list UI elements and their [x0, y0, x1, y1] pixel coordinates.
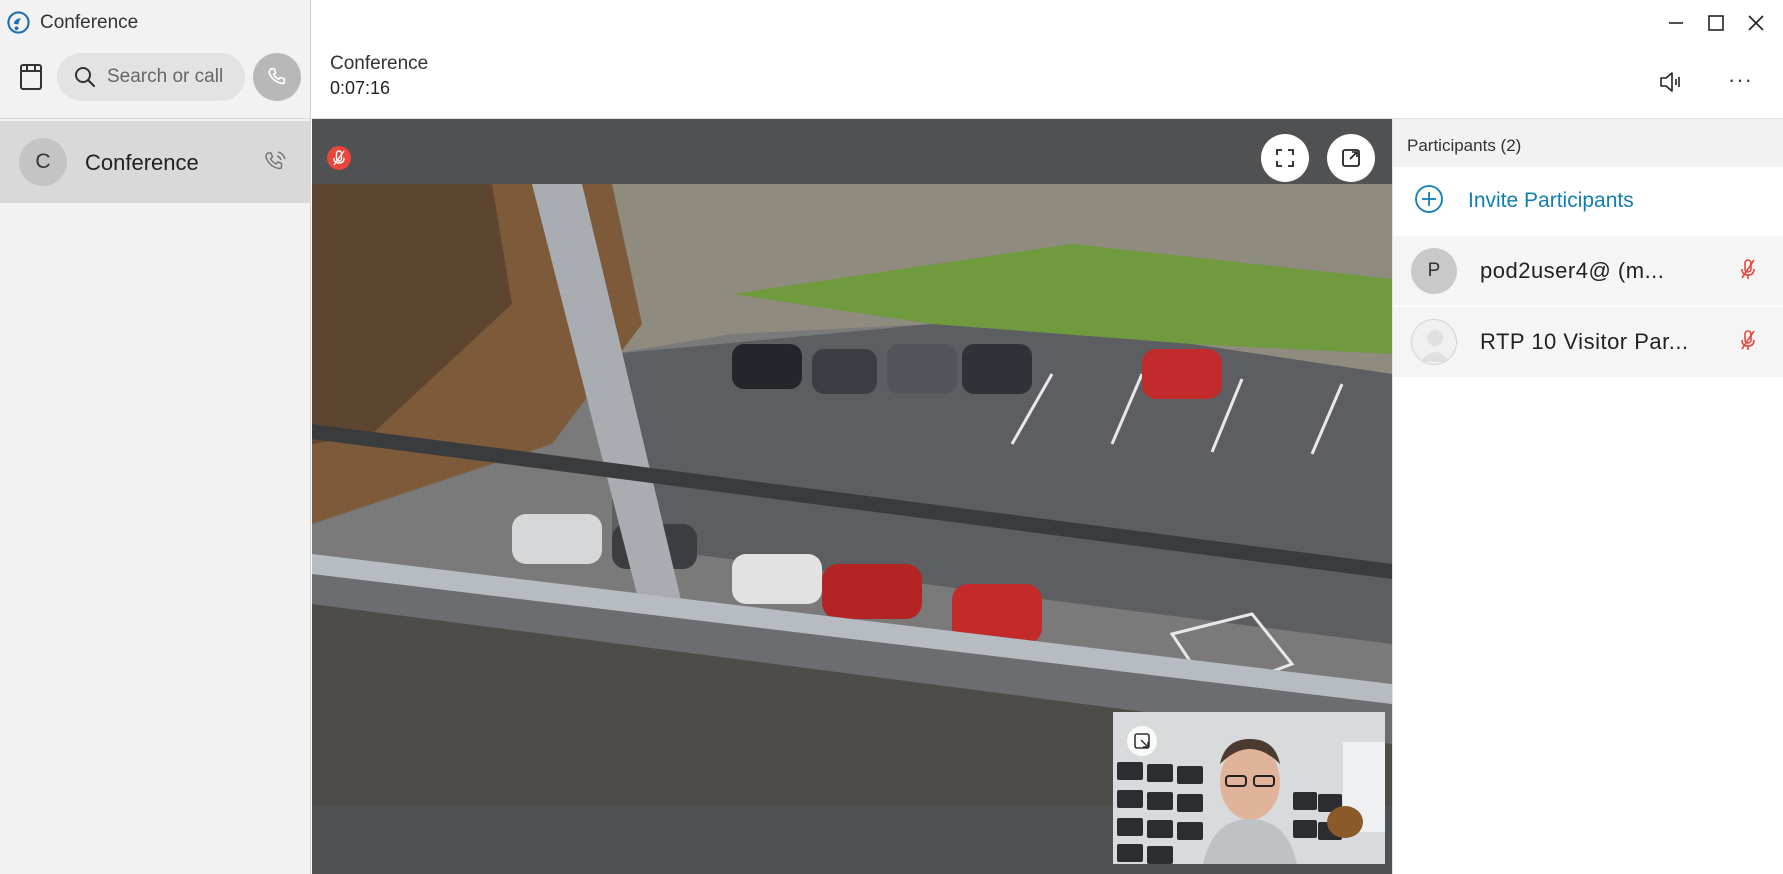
participant-name: RTP 10 Visitor Par...	[1480, 329, 1689, 354]
app-logo-icon	[7, 11, 30, 34]
fullscreen-icon	[1276, 149, 1294, 167]
video-stage	[312, 119, 1392, 874]
popout-button[interactable]	[1327, 134, 1375, 182]
title-bar: Conference	[0, 0, 311, 42]
call-title: Conference	[330, 53, 429, 74]
phone-icon	[268, 67, 286, 85]
app-title: Conference	[40, 12, 139, 33]
popout-icon	[1342, 149, 1360, 167]
active-call-icon	[265, 151, 286, 170]
participants-panel: Participants (2) Invite Participants P p…	[1392, 119, 1783, 874]
call-button[interactable]	[253, 53, 301, 101]
close-icon[interactable]	[1745, 12, 1767, 34]
app-window: Conference Search or call C Conference C…	[0, 0, 1783, 874]
conversation-name: Conference	[85, 150, 199, 175]
participant-name: pod2user4@ (m...	[1480, 258, 1665, 283]
swap-view-button[interactable]	[1127, 726, 1157, 756]
sidebar-toolbar	[0, 48, 311, 118]
self-view-video	[1113, 712, 1385, 864]
conversation-item[interactable]: C Conference	[0, 121, 311, 203]
participant-row[interactable]: RTP 10 Visitor Par...	[1393, 307, 1783, 377]
sidebar: Conference Search or call C Conference	[0, 0, 311, 874]
mic-muted-icon	[1741, 259, 1755, 279]
maximize-icon[interactable]	[1705, 12, 1727, 34]
invite-participants-button[interactable]: Invite Participants	[1393, 167, 1783, 232]
avatar: C	[19, 138, 67, 186]
contacts-icon[interactable]	[18, 62, 44, 92]
invite-participants-label: Invite Participants	[1468, 189, 1634, 212]
avatar	[1411, 319, 1457, 365]
participant-row[interactable]: P pod2user4@ (m...	[1393, 236, 1783, 306]
swap-view-icon	[1134, 733, 1150, 749]
minimize-icon[interactable]	[1665, 12, 1687, 34]
speaker-icon[interactable]	[1658, 69, 1684, 95]
search-icon	[75, 67, 96, 88]
add-circle-icon	[1415, 185, 1443, 213]
call-header: Conference 0:07:16 ···	[311, 0, 1783, 118]
fullscreen-button[interactable]	[1261, 134, 1309, 182]
mic-muted-icon	[1741, 330, 1755, 350]
search-input[interactable]	[107, 53, 239, 101]
participants-header: Participants (2)	[1393, 119, 1783, 167]
search-box[interactable]	[57, 53, 245, 101]
more-options-icon[interactable]: ···	[1728, 67, 1753, 93]
mic-muted-icon	[327, 146, 351, 170]
sidebar-divider	[0, 118, 311, 119]
avatar: P	[1411, 248, 1457, 294]
participants-count: Participants (2)	[1407, 136, 1522, 155]
call-duration: 0:07:16	[330, 78, 391, 98]
default-avatar-icon	[1420, 330, 1450, 362]
